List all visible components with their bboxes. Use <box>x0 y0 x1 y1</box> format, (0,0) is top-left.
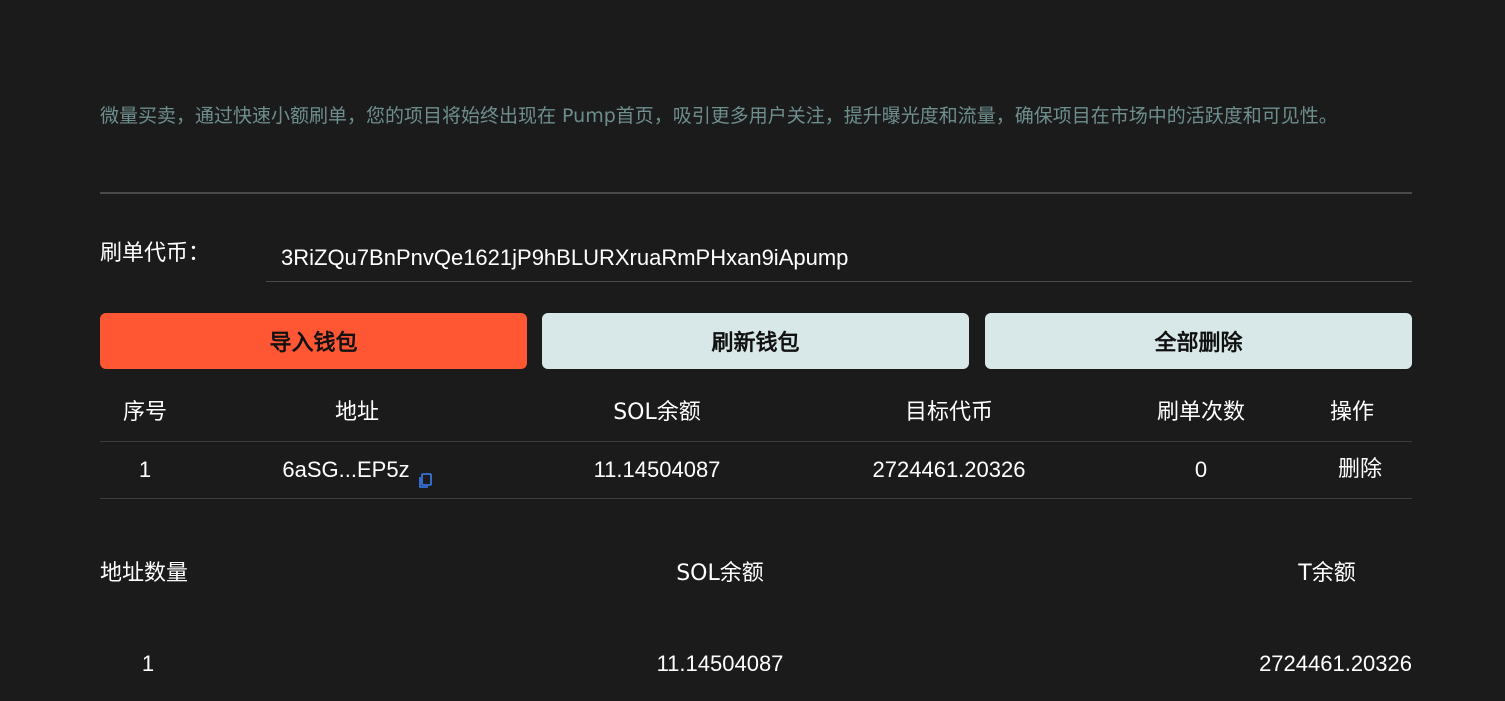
header-sol-balance: SOL余额 <box>613 400 701 425</box>
table-header-row: 序号 地址 SOL余额 目标代币 刷单次数 操作 <box>100 385 1412 442</box>
summary-t-balance: 2724461.20326 <box>1259 651 1412 676</box>
row-index: 1 <box>138 457 152 482</box>
import-wallet-button[interactable]: 导入钱包 <box>100 313 527 369</box>
header-target-token: 目标代币 <box>904 400 993 425</box>
row-address-cell: 6aSG...EP5z <box>257 442 457 498</box>
description-text: 微量买卖，通过快速小额刷单，您的项目将始终出现在 Pump首页，吸引更多用户关注… <box>100 105 1338 127</box>
header-index: 序号 <box>122 400 167 425</box>
header-action: 操作 <box>1329 400 1374 425</box>
page: 微量买卖，通过快速小额刷单，您的项目将始终出现在 Pump首页，吸引更多用户关注… <box>0 0 1505 701</box>
row-sol-balance: 11.14504087 <box>593 457 721 482</box>
summary-header-address-count: 地址数量 <box>100 561 189 586</box>
wallet-table: 序号 地址 SOL余额 目标代币 刷单次数 操作 1 6aSG...EP5z 1… <box>100 385 1412 499</box>
header-address: 地址 <box>334 400 379 425</box>
summary-sol-balance: 11.14504087 <box>656 651 784 676</box>
summary-header-sol-balance: SOL余额 <box>676 561 764 586</box>
table-row: 1 6aSG...EP5z 11.14504087 2724461.20326 … <box>100 442 1412 499</box>
refresh-wallet-button[interactable]: 刷新钱包 <box>542 313 969 369</box>
delete-button[interactable]: 删除 <box>1310 442 1410 498</box>
row-trade-count: 0 <box>1194 457 1208 482</box>
row-target-token: 2724461.20326 <box>872 457 1026 482</box>
token-label: 刷单代币： <box>100 241 211 266</box>
header-trade-count: 刷单次数 <box>1156 400 1245 425</box>
copy-icon[interactable] <box>418 454 432 488</box>
token-input[interactable] <box>266 234 1412 282</box>
row-address: 6aSG...EP5z <box>282 457 410 482</box>
divider <box>100 192 1412 194</box>
summary-header-t-balance: T余额 <box>1298 561 1356 586</box>
delete-all-button[interactable]: 全部删除 <box>985 313 1412 369</box>
summary-address-count: 1 <box>141 651 155 676</box>
